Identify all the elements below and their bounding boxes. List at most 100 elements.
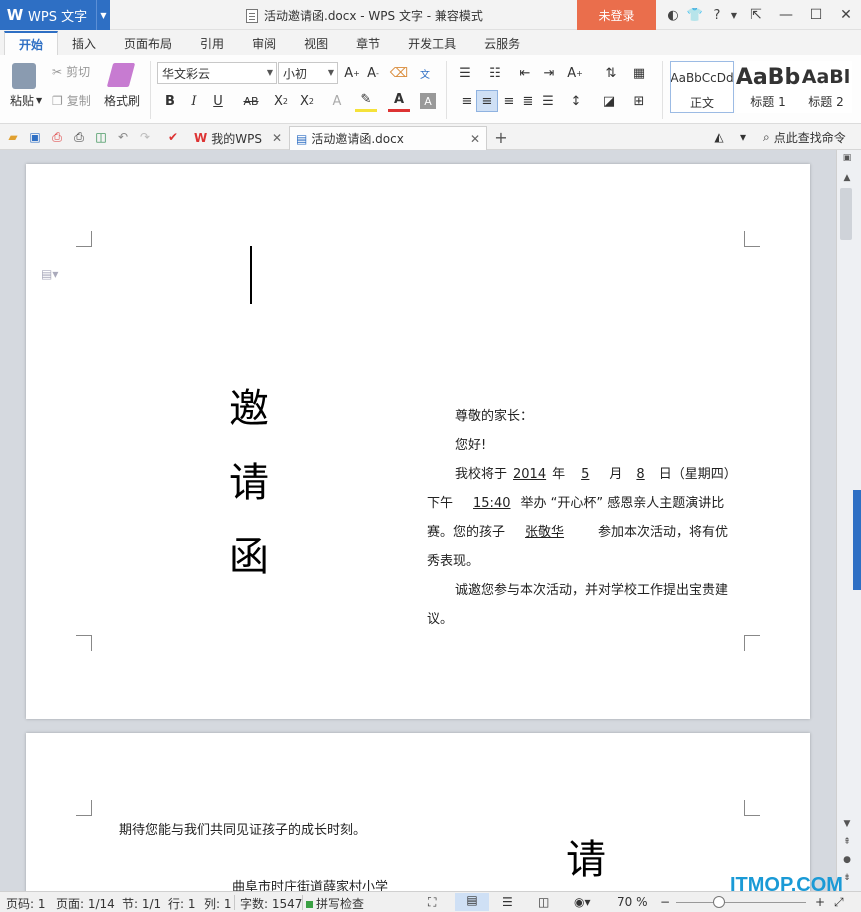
- tab-current-document[interactable]: ▤ 活动邀请函.docx ✕: [289, 126, 487, 150]
- style-normal[interactable]: AaBbCcDd 正文: [670, 61, 734, 113]
- select-browse-object-icon[interactable]: ●: [841, 854, 853, 866]
- font-size-select[interactable]: 小初 ▼: [278, 62, 338, 84]
- shirt-icon[interactable]: 👕: [684, 0, 706, 30]
- redo-icon[interactable]: ↷: [136, 128, 154, 146]
- login-button[interactable]: 未登录: [577, 0, 656, 30]
- numbered-list-icon[interactable]: ☷: [484, 62, 506, 84]
- zoom-slider-knob[interactable]: [713, 896, 725, 908]
- outline-view-icon[interactable]: ☰: [502, 895, 513, 909]
- style-heading-2[interactable]: AaBl 标题 2: [800, 61, 852, 113]
- scrollbar-thumb[interactable]: [840, 188, 852, 240]
- close-tab-icon[interactable]: ✕: [470, 132, 480, 146]
- bold-icon[interactable]: B: [159, 90, 181, 112]
- zoom-out-icon[interactable]: −: [660, 895, 670, 909]
- reading-mode-icon[interactable]: ◉▾: [574, 895, 591, 909]
- print-icon[interactable]: ⎙: [70, 128, 88, 146]
- side-panel-toggle[interactable]: [853, 490, 861, 590]
- strikethrough-icon[interactable]: AB: [238, 90, 264, 112]
- previous-page-icon[interactable]: ⇞: [841, 836, 853, 848]
- align-left-icon[interactable]: ≡: [456, 90, 478, 112]
- close-button[interactable]: ✕: [831, 0, 861, 30]
- italic-icon[interactable]: I: [183, 90, 205, 112]
- chinese-layout-icon[interactable]: A +: [564, 62, 586, 84]
- undo-icon[interactable]: ↶: [114, 128, 132, 146]
- pin-icon[interactable]: ✔: [164, 128, 182, 146]
- line-spacing-icon[interactable]: ↕: [565, 90, 587, 112]
- maximize-button[interactable]: ☐: [801, 0, 831, 30]
- scroll-down-icon[interactable]: ▼: [841, 818, 853, 830]
- new-tab-icon[interactable]: +: [492, 128, 510, 147]
- justify-icon[interactable]: ≣: [517, 90, 539, 112]
- shrink-font-icon[interactable]: A-: [362, 62, 384, 84]
- copy-button[interactable]: ❐ 复制: [52, 92, 91, 109]
- char-shading-icon[interactable]: A: [420, 93, 436, 109]
- align-center-icon[interactable]: ≡: [476, 90, 498, 112]
- fit-page-icon[interactable]: ⤢: [834, 895, 844, 910]
- text-effect-icon[interactable]: A: [326, 90, 348, 112]
- underline-icon[interactable]: U: [207, 90, 229, 112]
- split-view-icon[interactable]: ▣: [841, 152, 853, 164]
- tab-section[interactable]: 章节: [342, 31, 394, 55]
- paste-button[interactable]: 粘贴 ▼: [10, 92, 42, 109]
- minimize-button[interactable]: —: [771, 0, 801, 30]
- paragraph-marker-icon[interactable]: ▤▾: [41, 267, 58, 281]
- borders-icon[interactable]: ⊞: [628, 90, 650, 112]
- sort-icon[interactable]: ⇅: [600, 62, 622, 84]
- font-color-icon[interactable]: A: [388, 90, 410, 112]
- scroll-up-icon[interactable]: ▲: [841, 172, 853, 184]
- table-border-icon[interactable]: ▦: [628, 62, 650, 84]
- chevron-down-icon[interactable]: ▼: [96, 0, 110, 30]
- tab-list-icon[interactable]: ▾: [734, 128, 752, 146]
- tab-references[interactable]: 引用: [186, 31, 238, 55]
- spell-check-toggle[interactable]: 拼写检查: [306, 895, 364, 912]
- chevron-down-icon[interactable]: ▼: [728, 0, 740, 30]
- style-heading-1[interactable]: AaBb 标题 1: [736, 61, 800, 113]
- zoom-in-icon[interactable]: +: [815, 895, 825, 909]
- tab-view[interactable]: 视图: [290, 31, 342, 55]
- full-screen-icon[interactable]: ⛶: [428, 895, 436, 910]
- tab-home[interactable]: 开始: [4, 31, 59, 55]
- document-workspace[interactable]: ▤▾ 邀 请 函 尊敬的家长： 您好! 我校将于 2014 年 5 月 8 日（星期四） 下…: [0, 150, 836, 891]
- decrease-indent-icon[interactable]: ⇤: [514, 62, 536, 84]
- open-folder-icon[interactable]: ▰: [4, 128, 22, 146]
- wps-menu-button[interactable]: W WPS 文字 ▼: [0, 0, 110, 30]
- page-1[interactable]: ▤▾ 邀 请 函 尊敬的家长： 您好! 我校将于 2014 年 5 月 8 日（星期四） 下…: [26, 164, 810, 719]
- tab-review[interactable]: 审阅: [238, 31, 290, 55]
- bullet-list-icon[interactable]: ☰: [454, 62, 476, 84]
- zoom-slider[interactable]: [676, 902, 806, 903]
- page-indicator[interactable]: 页面: 1/14: [56, 895, 115, 912]
- tab-cloud[interactable]: 云服务: [470, 31, 534, 55]
- vertical-scrollbar[interactable]: ▣ ▲ ▼ ⇞ ● ⇟: [836, 150, 861, 891]
- zoom-level[interactable]: 70 %: [617, 895, 648, 909]
- font-name-select[interactable]: 华文彩云 ▼: [157, 62, 277, 84]
- print-preview-icon[interactable]: ◫: [92, 128, 110, 146]
- tab-developer[interactable]: 开发工具: [394, 31, 470, 55]
- restore-ribbon-icon[interactable]: ⇱: [741, 0, 771, 30]
- export-pdf-icon[interactable]: ⎙: [48, 128, 66, 146]
- grow-font-icon[interactable]: A +: [341, 62, 363, 84]
- skin-icon[interactable]: ◐: [662, 0, 684, 30]
- cut-button[interactable]: ✂ 剪切: [52, 63, 90, 80]
- phonetic-guide-icon[interactable]: 文: [414, 62, 436, 84]
- tab-insert[interactable]: 插入: [58, 31, 110, 55]
- web-view-icon[interactable]: ◫: [538, 895, 549, 909]
- help-icon[interactable]: ?: [706, 0, 728, 30]
- superscript-icon[interactable]: X2: [270, 90, 292, 112]
- close-tab-icon[interactable]: ✕: [272, 131, 282, 145]
- format-painter-button[interactable]: 格式刷: [104, 92, 140, 109]
- find-command-button[interactable]: ⌕ 点此查找命令: [763, 129, 846, 146]
- tab-my-wps[interactable]: W 我的WPS ✕: [188, 126, 288, 150]
- page-2[interactable]: 期待您能与我们共同见证孩子的成长时刻。 请 曲阜市时庄街道薛家村小学: [26, 733, 810, 891]
- paste-icon[interactable]: [12, 63, 36, 89]
- tab-option-icon[interactable]: ◭: [710, 128, 728, 146]
- tab-page-layout[interactable]: 页面布局: [110, 31, 186, 55]
- word-count[interactable]: 字数: 1547: [240, 895, 302, 912]
- clear-format-icon[interactable]: ⌫: [388, 62, 410, 84]
- page-view-icon[interactable]: ▤: [455, 893, 489, 911]
- subscript-icon[interactable]: X2: [296, 90, 318, 112]
- save-icon[interactable]: ▣: [26, 128, 44, 146]
- format-painter-icon[interactable]: [106, 63, 136, 87]
- highlight-icon[interactable]: ✎: [355, 90, 377, 112]
- shading-icon[interactable]: ◪: [598, 90, 620, 112]
- distributed-icon[interactable]: ☰: [537, 90, 559, 112]
